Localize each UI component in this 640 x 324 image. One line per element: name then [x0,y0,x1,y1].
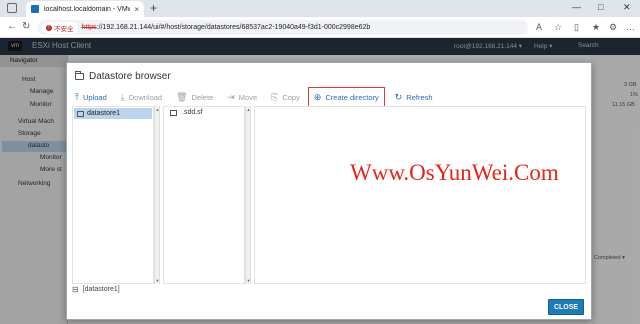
datastore-column-scrollbar[interactable]: ▲ ▼ [154,106,160,284]
tab-close-icon[interactable]: × [134,5,139,14]
url-text: ://192.168.21.144/ui/#/host/storage/data… [96,24,371,31]
download-icon: ⤓ [120,91,125,102]
file-item[interactable]: .sdd.sf [170,109,203,116]
maximize-button[interactable]: □ [598,2,603,12]
refresh-label: Refresh [406,92,433,102]
extensions-icon[interactable]: ⚙ [609,22,617,33]
copy-icon: ⎘ [271,91,279,102]
browser-toolbar-actions: ⤒ Upload ⤓ Download 🗑 Delete ⇥ Move ⎘ Co… [75,86,447,108]
url-scheme: https [81,24,97,31]
dialog-title-text: Datastore browser [89,71,171,82]
datastore-item[interactable]: datastore1 [74,108,152,119]
create-directory-button[interactable]: ⊕ Create directory [307,86,385,108]
back-button[interactable]: ← [7,21,17,32]
copy-button[interactable]: ⎘ Copy [271,92,300,103]
more-icon[interactable]: … [626,22,635,32]
dialog-title: Datastore browser [75,71,171,82]
create-directory-label: Create directory [325,92,379,102]
minimize-button[interactable]: — [572,2,581,12]
move-label: Move [238,92,258,102]
insecure-badge[interactable]: ! 不安全 [42,21,78,34]
scroll-down-icon[interactable]: ▼ [246,278,251,283]
close-button[interactable]: CLOSE [548,299,584,315]
datastore-browser-dialog: Datastore browser ⤒ Upload ⤓ Download 🗑 … [66,62,592,320]
datastore-icon: ⊟ [72,285,79,294]
browser-tab[interactable]: localhost.localdomain - VMware E × [26,1,144,17]
warning-icon: ! [46,24,52,31]
download-label: Download [128,92,163,102]
move-button[interactable]: ⇥ Move [227,92,257,103]
upload-icon: ⤒ [75,91,79,102]
detail-column [254,106,586,284]
scroll-up-icon[interactable]: ▲ [155,107,160,112]
reload-button[interactable]: ↻ [22,21,30,32]
scroll-down-icon[interactable]: ▼ [155,278,160,283]
refresh-icon: ↻ [394,91,403,102]
datastore-item-label: datastore1 [87,110,121,117]
delete-button[interactable]: 🗑 Delete [176,92,213,103]
folder-icon [170,109,177,116]
upload-button[interactable]: ⤒ Upload [75,92,107,103]
new-folder-icon: ⊕ [313,91,322,102]
trash-icon: 🗑 [176,91,188,102]
browser-toolbar: ← ↻ ! 不安全 https ://192.168.21.144/ui/#/h… [0,17,640,38]
folder-column-scrollbar[interactable]: ▲ ▼ [245,106,251,284]
move-icon: ⇥ [227,91,235,102]
datastore-icon [77,110,84,117]
download-button[interactable]: ⤓ Download [121,92,162,103]
path-text: [datastore1] [82,286,120,293]
new-tab-button[interactable]: + [150,1,157,15]
tab-title: localhost.localdomain - VMware E [44,5,131,13]
reader-icon[interactable]: A [536,22,542,32]
scroll-up-icon[interactable]: ▲ [246,107,251,112]
file-item-label: .sdd.sf [182,109,203,116]
upload-label: Upload [82,92,107,102]
folder-column: .sdd.sf [163,106,245,284]
folder-icon [75,71,84,80]
favorite-icon[interactable]: ☆ [554,22,562,33]
window-close-button[interactable]: ✕ [623,2,631,13]
refresh-button[interactable]: ↻ Refresh [395,92,433,103]
address-bar[interactable]: ! 不安全 https ://192.168.21.144/ui/#/host/… [38,20,528,35]
vmware-favicon-icon [31,5,39,13]
delete-label: Delete [191,92,214,102]
tab-actions-icon[interactable] [7,3,17,13]
favorites-bar-icon[interactable]: ★ [592,22,600,33]
split-screen-icon[interactable]: ▯ [574,22,579,33]
browser-tab-strip: localhost.localdomain - VMware E × + — □… [0,0,640,17]
datastore-column: datastore1 [72,106,154,284]
copy-label: Copy [282,92,300,102]
insecure-label: 不安全 [54,25,74,33]
current-path: ⊟ [datastore1] [72,285,120,294]
watermark: Www.OsYunWei.Com [350,160,559,185]
